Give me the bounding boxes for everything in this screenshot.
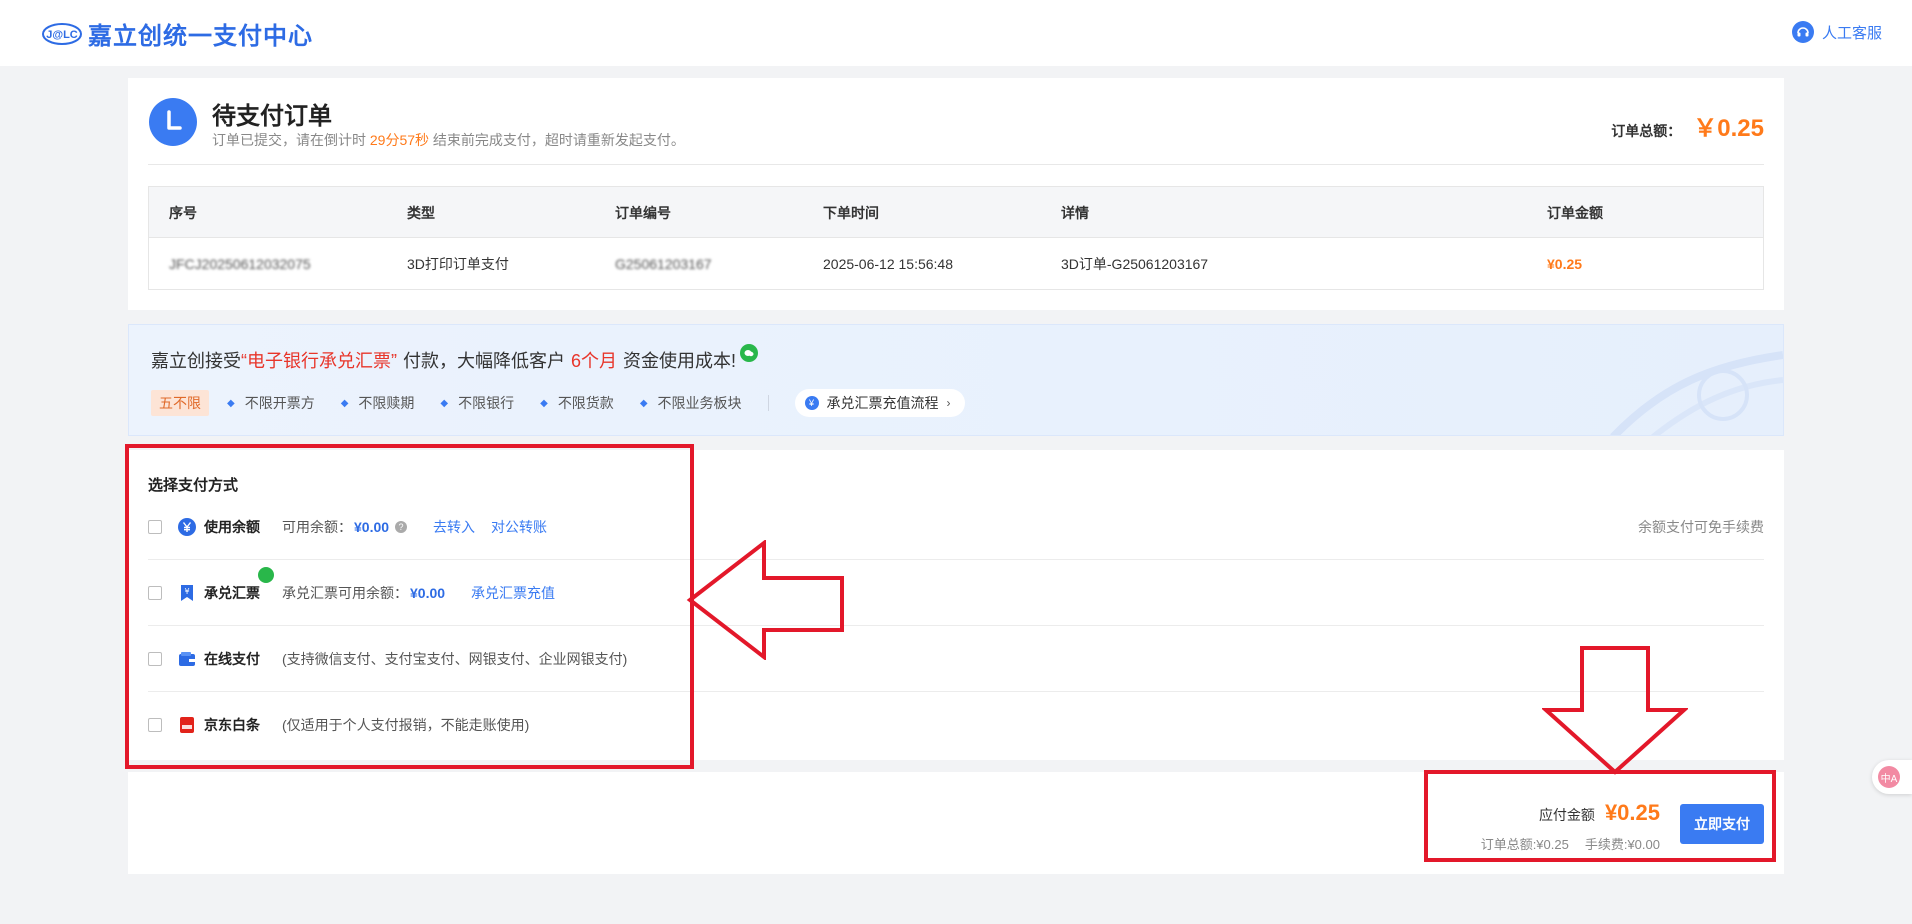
- cell-time: 2025-06-12 15:56:48: [823, 255, 953, 272]
- tag-item: ◆ 不限银行: [440, 393, 514, 413]
- table-row: JFCJ20250612032075 3D打印订单支付 G25061203167…: [149, 238, 1763, 289]
- banner-tags: 五不限 ◆ 不限开票方 ◆ 不限赎期 ◆ 不限银行 ◆ 不限货款 ◆ 不限业务板块 ¥ 承…: [151, 389, 965, 417]
- bill-recharge-flow-button[interactable]: ¥ 承兑汇票充值流程 ›: [794, 389, 965, 417]
- diamond-icon: ◆: [540, 397, 548, 409]
- headset-icon: [1791, 21, 1814, 43]
- brand-logo[interactable]: J@LC 嘉立创统一支付中心: [42, 18, 313, 50]
- col-header-detail: 详情: [1061, 204, 1089, 221]
- page-title: 待支付订单: [212, 103, 332, 130]
- clock-icon: [149, 98, 197, 146]
- cell-detail: 3D订单-G25061203167: [1061, 255, 1209, 272]
- col-header-type: 类型: [407, 204, 435, 221]
- tag-label: 不限赎期: [358, 395, 415, 411]
- order-total-label: 订单总额：: [1611, 123, 1682, 139]
- order-total: 订单总额： ￥0.25: [1611, 108, 1764, 143]
- order-summary-panel: 待支付订单 订单已提交，请在倒计时 29分57秒 结束前完成支付，超时请重新发起…: [128, 78, 1784, 310]
- notice-suffix: 结束前完成支付，超时请重新发起支付。: [429, 132, 685, 148]
- annotation-box-payment-methods: [125, 444, 694, 769]
- cell-index: JFCJ20250612032075: [169, 255, 311, 272]
- col-header-amount: 订单金额: [1547, 204, 1603, 221]
- tag-item: ◆ 不限赎期: [341, 393, 415, 413]
- order-table: 序号 类型 订单编号 下单时间 详情 订单金额 JFCJ202506120320…: [148, 186, 1764, 290]
- customer-service-label: 人工客服: [1821, 24, 1882, 42]
- diamond-icon: ◆: [340, 397, 349, 409]
- cell-type: 3D打印订单支付: [407, 255, 509, 272]
- annotation-down-arrow: [1542, 646, 1688, 775]
- headline-highlight: “电子银行承兑汇票”: [241, 351, 397, 371]
- tag-label: 不限业务板块: [657, 395, 742, 411]
- translate-widget[interactable]: 中A: [1872, 760, 1912, 794]
- acceptance-bill-banner: 嘉立创接受 “电子银行承兑汇票” 付款，大幅降低客户 6个月 资金使用成本! 五…: [128, 324, 1784, 436]
- headline-part: 付款，大幅降低客户: [403, 351, 565, 371]
- diamond-icon: ◆: [227, 397, 235, 409]
- tag-item: ◆ 不限货款: [540, 393, 614, 413]
- tag-label: 不限货款: [557, 395, 614, 411]
- notice-prefix: 订单已提交，请在倒计时: [212, 132, 370, 148]
- translate-icon: 中A: [1878, 766, 1900, 788]
- top-header: J@LC 嘉立创统一支付中心 人工客服: [0, 0, 1912, 66]
- wechat-icon: [740, 344, 759, 362]
- countdown-timer: 29分57秒: [369, 132, 430, 148]
- cell-order-no: G25061203167: [615, 255, 712, 272]
- cell-amount: ¥0.25: [1547, 255, 1583, 272]
- separator: [767, 395, 769, 411]
- banner-headline: 嘉立创接受 “电子银行承兑汇票” 付款，大幅降低客户 6个月 资金使用成本!: [151, 344, 759, 373]
- annotation-box-pay-button: [1424, 770, 1776, 862]
- headline-highlight: 6个月: [571, 351, 618, 371]
- jlc-logo-icon: J@LC: [42, 19, 82, 47]
- headline-part: 嘉立创接受: [151, 351, 241, 371]
- tag-label: 不限银行: [458, 395, 515, 411]
- divider: [148, 164, 1764, 165]
- diamond-icon: ◆: [639, 397, 648, 409]
- tag-item: ◆ 不限业务板块: [640, 393, 742, 413]
- customer-service-link[interactable]: 人工客服: [1791, 21, 1882, 43]
- table-header: 序号 类型 订单编号 下单时间 详情 订单金额: [149, 187, 1763, 238]
- yen-circle-icon: ¥: [804, 396, 819, 410]
- col-header-time: 下单时间: [823, 204, 879, 221]
- banner-decoration-graphic: [1610, 351, 1783, 435]
- five-unlimited-badge: 五不限: [151, 390, 209, 416]
- chevron-right-icon: ›: [946, 396, 951, 410]
- col-header-order-no: 订单编号: [615, 204, 671, 221]
- order-total-amount: ￥0.25: [1693, 115, 1764, 142]
- col-header-index: 序号: [169, 204, 197, 221]
- tag-label: 不限开票方: [244, 395, 315, 411]
- headline-part: 资金使用成本!: [623, 351, 737, 371]
- flow-button-label: 承兑汇票充值流程: [826, 395, 939, 411]
- balance-fee-note: 余额支付可免手续费: [1638, 518, 1764, 535]
- countdown-notice: 订单已提交，请在倒计时 29分57秒 结束前完成支付，超时请重新发起支付。: [212, 130, 685, 150]
- diamond-icon: ◆: [440, 397, 449, 409]
- svg-text:J@LC: J@LC: [46, 29, 78, 41]
- brand-name: 嘉立创统一支付中心: [88, 22, 313, 50]
- tag-item: ◆ 不限开票方: [227, 393, 315, 413]
- annotation-left-arrow: [686, 540, 844, 660]
